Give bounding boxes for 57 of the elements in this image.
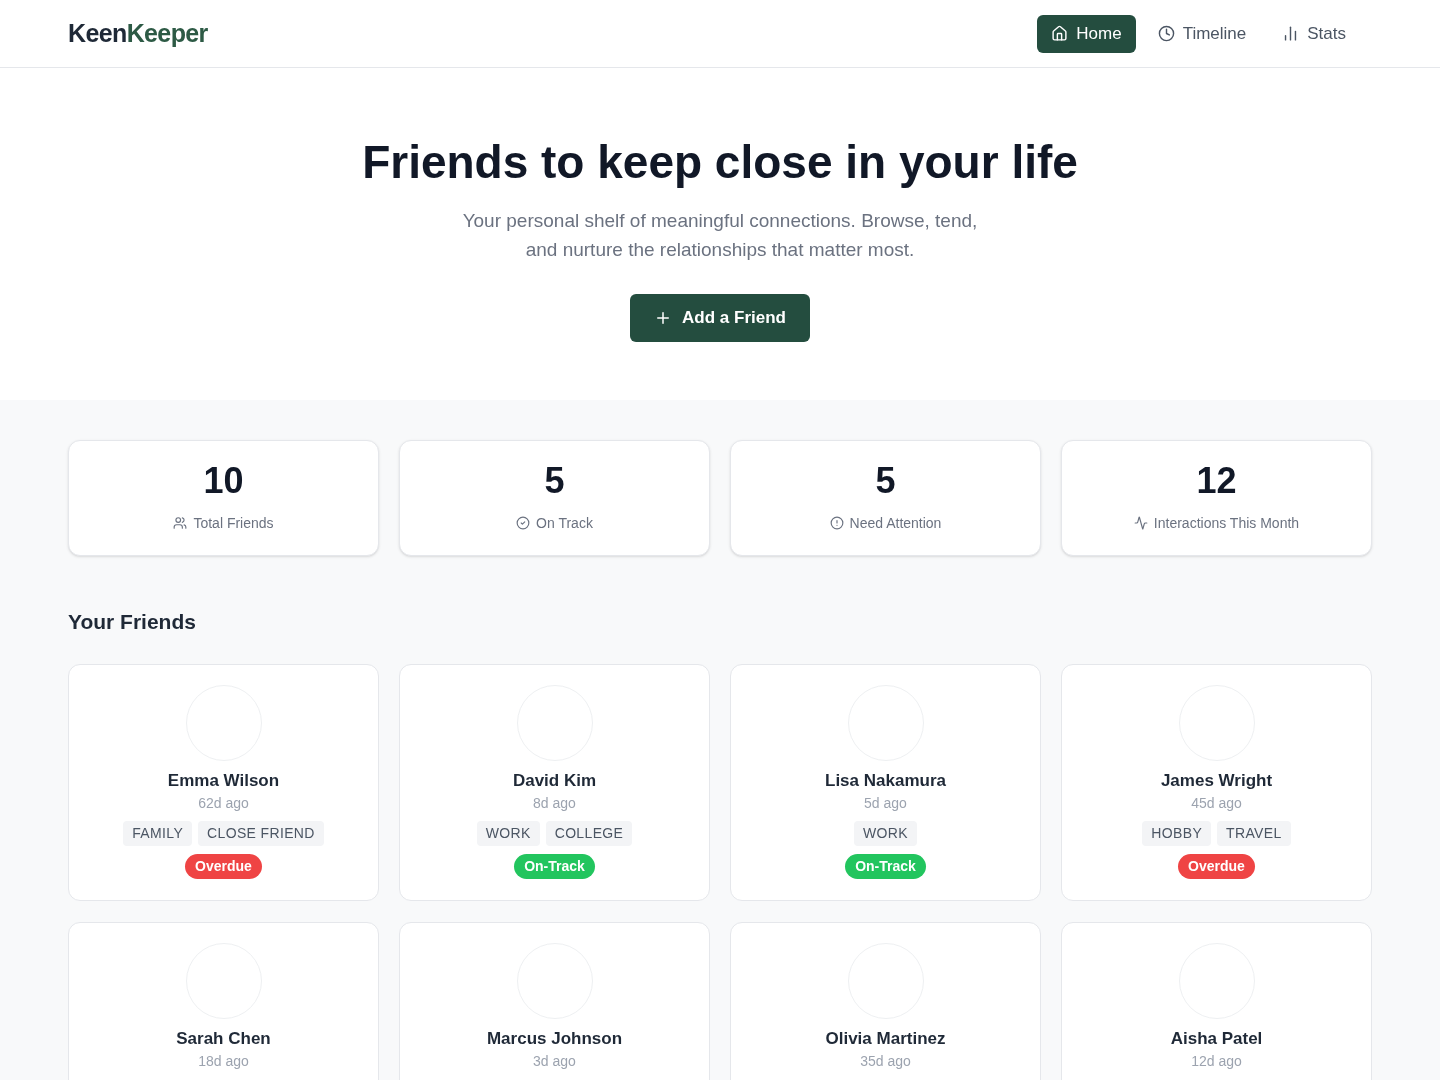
tag: WORK: [854, 820, 917, 846]
last-contact: 3d ago: [533, 1051, 576, 1071]
add-friend-button[interactable]: Add a Friend: [630, 293, 810, 342]
friend-card[interactable]: Marcus Johnson 3d ago: [399, 921, 710, 1080]
home-icon: [1051, 25, 1069, 42]
nav-link[interactable]: Home: [1037, 14, 1136, 53]
tag: HOBBY: [1142, 820, 1212, 846]
friend-name: Aisha Patel: [1170, 1027, 1263, 1050]
stat-value: 5: [544, 462, 565, 499]
status-badge: Overdue: [185, 853, 262, 879]
pulse-icon: [1133, 516, 1148, 530]
nav-link[interactable]: Timeline: [1143, 14, 1261, 53]
friend-card[interactable]: Emma Wilson 62d ago FAMILY CLOSE FRIEND Overdue: [68, 663, 379, 901]
last-contact: 62d ago: [198, 793, 249, 813]
stat-label: On Track: [536, 513, 593, 533]
tag: COLLEGE: [545, 820, 633, 846]
hero-subtitle: Your personal shelf of meaningful connections. Browse, tend, and nurture the relationships that matter most.: [461, 208, 979, 262]
tag: CLOSE FRIEND: [198, 820, 324, 846]
tag: WORK: [476, 820, 540, 846]
users-icon: [173, 516, 188, 530]
status-badge: On-Track: [514, 853, 595, 879]
last-contact: 5d ago: [864, 793, 907, 813]
last-contact: 18d ago: [198, 1051, 249, 1071]
friend-card[interactable]: Olivia Martinez 35d ago: [730, 921, 1041, 1080]
check-circle-icon: [516, 516, 531, 530]
alert-circle-icon: [829, 516, 844, 530]
friend-name: Marcus Johnson: [486, 1027, 623, 1050]
stat-value: 12: [1196, 462, 1237, 499]
friend-name: David Kim: [512, 769, 597, 792]
friend-card[interactable]: Sarah Chen 18d ago: [68, 921, 379, 1080]
friend-card[interactable]: Lisa Nakamura 5d ago WORK On-Track: [730, 663, 1041, 901]
last-contact: 45d ago: [1191, 793, 1242, 813]
stat-label: Interactions This Month: [1153, 513, 1300, 533]
friend-name: James Wright: [1160, 769, 1273, 792]
nav-link[interactable]: Stats: [1268, 14, 1360, 53]
friend-name: Olivia Martinez: [825, 1027, 946, 1050]
logo[interactable]: KeenKeeper: [68, 14, 208, 53]
last-contact: 12d ago: [1191, 1051, 1242, 1071]
stat-label: Need Attention: [849, 513, 942, 533]
friend-card[interactable]: James Wright 45d ago HOBBY TRAVEL Overdue: [1061, 663, 1372, 901]
tag: FAMILY: [123, 820, 193, 846]
stat-value: 10: [203, 462, 244, 499]
status-badge: On-Track: [845, 853, 926, 879]
tag: TRAVEL: [1217, 820, 1291, 846]
stat-label: Total Friends: [193, 513, 274, 533]
last-contact: 8d ago: [533, 793, 576, 813]
friend-name: Lisa Nakamura: [825, 769, 946, 792]
hero-title: Friends to keep close in your life: [362, 135, 1078, 190]
friend-card[interactable]: David Kim 8d ago WORK COLLEGE On-Track: [399, 663, 710, 901]
friend-name: Sarah Chen: [176, 1027, 271, 1050]
friend-card[interactable]: Aisha Patel 12d ago: [1061, 921, 1372, 1080]
section-heading: Your Friends: [68, 609, 197, 635]
clock-icon: [1157, 25, 1175, 42]
stat-value: 5: [875, 462, 896, 499]
status-badge: Overdue: [1178, 853, 1255, 879]
friend-name: Emma Wilson: [167, 769, 280, 792]
last-contact: 35d ago: [860, 1051, 911, 1071]
